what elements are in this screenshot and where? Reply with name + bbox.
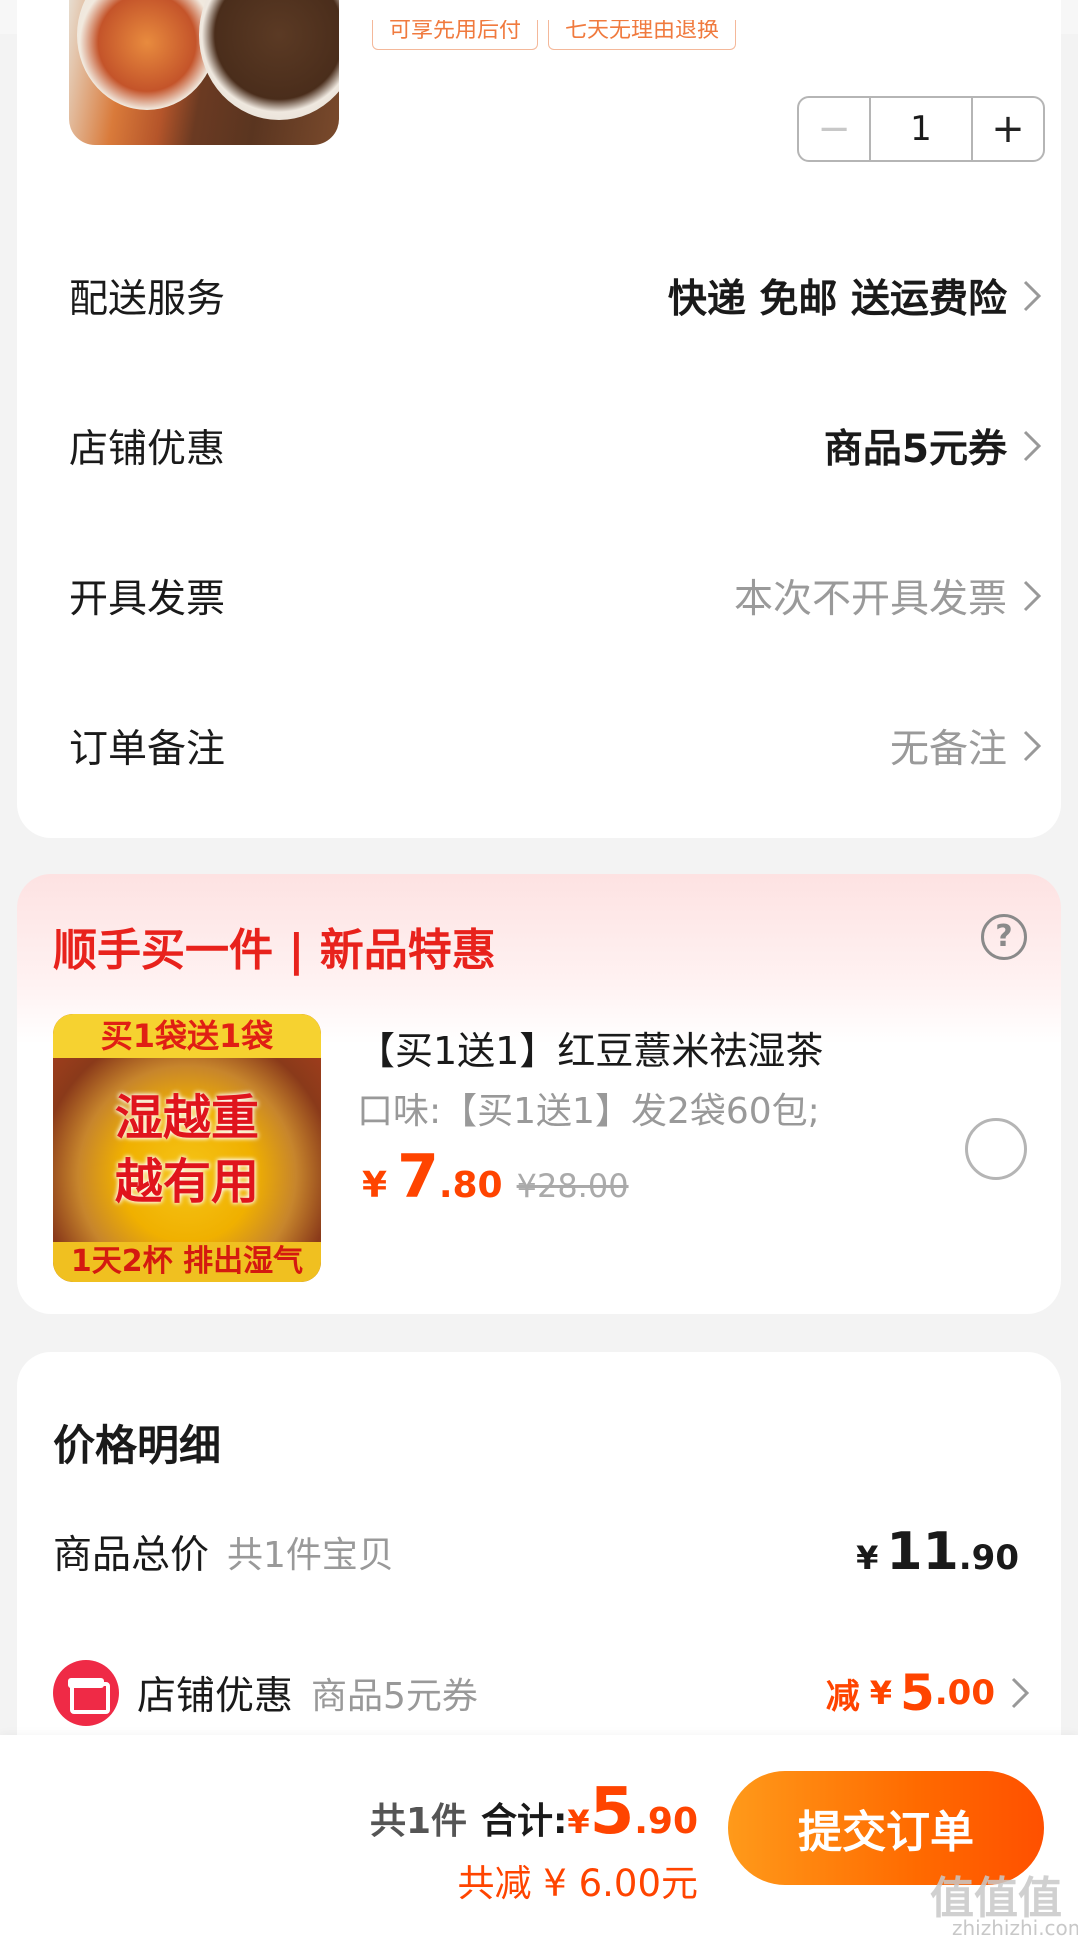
row-label: 开具发票	[69, 577, 226, 622]
chevron-right-icon	[1023, 430, 1042, 462]
upsell-select-radio[interactable]	[965, 1118, 1027, 1180]
upsell-title: 顺手买一件 | 新品特惠	[53, 925, 496, 976]
row-order-note[interactable]: 订单备注 无备注	[69, 716, 1045, 776]
row-label: 订单备注	[69, 727, 226, 772]
row-value: 快递 免邮 送运费险	[667, 277, 1007, 322]
row-value: 商品5元券	[823, 427, 1007, 472]
shop-discount-label: 店铺优惠	[137, 1674, 294, 1719]
goods-total-sub: 共1件宝贝	[227, 1535, 394, 1576]
shop-discount-amount: 减 ¥ 5 .00	[826, 1664, 1033, 1722]
checkout-bar: 共1件 合计: ¥ 5 .90 共减 ¥ 6.00元 提交订单	[0, 1735, 1078, 1945]
row-invoice[interactable]: 开具发票 本次不开具发票	[69, 566, 1045, 626]
sum-integer: 5	[589, 1775, 635, 1849]
currency-symbol: ¥	[856, 1539, 879, 1577]
product-image-bowl-right	[199, 0, 339, 120]
amount-integer: 11	[886, 1522, 959, 1582]
chevron-right-icon	[1023, 280, 1042, 312]
original-price: ¥28.00	[516, 1167, 629, 1205]
upsell-price: ¥ 7 .80 ¥28.00	[362, 1142, 629, 1212]
chevron-right-icon	[1011, 1677, 1030, 1709]
decrease-quantity-button[interactable]: −	[799, 98, 871, 160]
row-label: 配送服务	[69, 277, 226, 322]
upsell-product-name[interactable]: 【买1送1】红豆薏米祛湿茶	[357, 1020, 823, 1075]
discount-prefix: 减	[825, 1676, 860, 1717]
price-detail-title: 价格明细	[53, 1421, 222, 1470]
goods-total-amount: ¥ 11 .90	[856, 1522, 1019, 1582]
quantity-stepper: − 1 +	[797, 96, 1045, 162]
chevron-right-icon	[1023, 730, 1042, 762]
tag-pay-later: 可享先用后付	[372, 20, 539, 50]
watermark-url: zhizhizhi.com	[952, 1916, 1078, 1940]
currency-symbol: ¥	[362, 1165, 388, 1206]
row-delivery-service[interactable]: 配送服务 快递 免邮 送运费险	[69, 266, 1045, 326]
shop-icon	[53, 1660, 119, 1726]
product-image-bowl-left	[77, 0, 217, 110]
thumb-slogan-line2: 越有用	[114, 1154, 259, 1210]
currency-symbol: ¥	[869, 1674, 892, 1712]
amount-integer: 5	[899, 1664, 935, 1722]
thumb-slogan-line1: 湿越重	[114, 1090, 259, 1146]
tag-free-return: 七天无理由退换	[548, 20, 737, 50]
upsell-card: 顺手买一件 | 新品特惠 ? 买1袋送1袋 湿越重 越有用 1天2杯 排出湿气 …	[17, 874, 1061, 1314]
order-card: 可享先用后付 七天无理由退换 − 1 + 配送服务 快递 免邮 送运费险 店铺优…	[17, 0, 1061, 838]
goods-total-label: 商品总价	[53, 1533, 210, 1578]
quantity-value[interactable]: 1	[871, 98, 971, 160]
row-shop-discount-detail[interactable]: 店铺优惠 商品5元券 减 ¥ 5 .00	[53, 1660, 1033, 1726]
chevron-right-icon	[1023, 580, 1042, 612]
thumb-footer: 1天2杯 排出湿气	[53, 1242, 321, 1282]
help-icon[interactable]: ?	[981, 914, 1027, 960]
product-tags: 可享先用后付 七天无理由退换	[372, 20, 737, 50]
shop-discount-sub: 商品5元券	[311, 1676, 478, 1717]
amount-decimal: .90	[958, 1538, 1019, 1578]
sum-label: 合计:	[481, 1801, 568, 1842]
product-thumbnail[interactable]	[69, 0, 339, 145]
row-goods-total: 商品总价 共1件宝贝 ¥ 11 .90	[53, 1522, 1033, 1582]
currency-symbol: ¥	[567, 1803, 590, 1841]
upsell-product-spec: 口味:【买1送1】发2袋60包;	[357, 1091, 820, 1132]
row-value: 本次不开具发票	[733, 577, 1007, 622]
increase-quantity-button[interactable]: +	[971, 98, 1043, 160]
price-decimal: .80	[438, 1165, 503, 1206]
upsell-product-thumbnail[interactable]: 买1袋送1袋 湿越重 越有用 1天2杯 排出湿气	[53, 1014, 321, 1282]
price-integer: 7	[397, 1142, 439, 1212]
sum-decimal: .90	[634, 1801, 698, 1842]
amount-decimal: .00	[934, 1673, 995, 1713]
item-count: 共1件	[369, 1801, 468, 1842]
checkout-summary: 共1件 合计: ¥ 5 .90	[370, 1775, 698, 1849]
row-label: 店铺优惠	[69, 427, 226, 472]
row-shop-discount[interactable]: 店铺优惠 商品5元券	[69, 416, 1045, 476]
thumb-banner: 买1袋送1袋	[53, 1014, 321, 1058]
row-value: 无备注	[889, 727, 1007, 772]
total-saved: 共减 ¥ 6.00元	[457, 1862, 698, 1905]
